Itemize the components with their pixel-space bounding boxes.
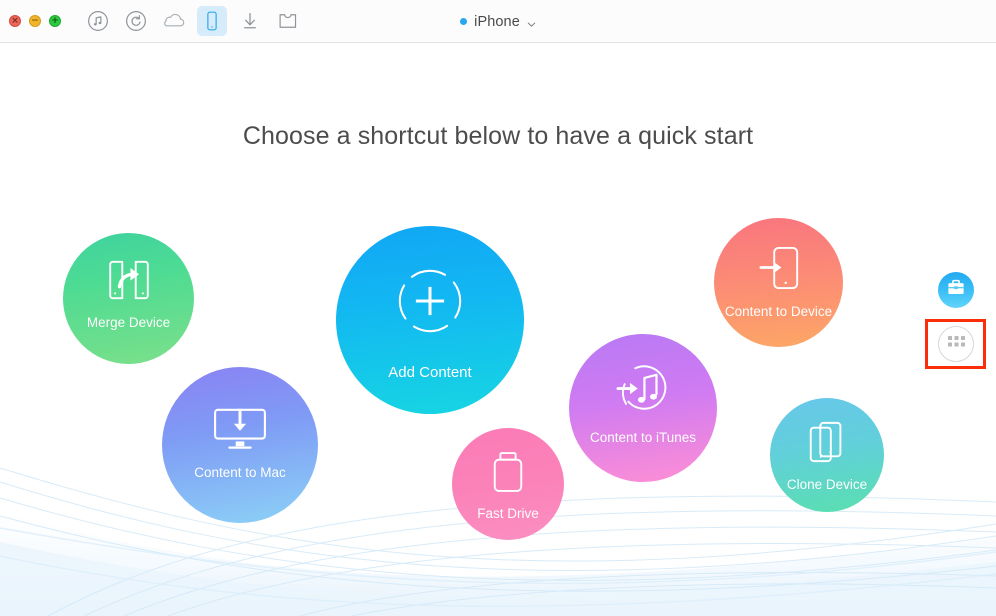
plus-in-dashed-circle-icon — [393, 264, 467, 338]
toolbar-item-downloader[interactable] — [235, 6, 265, 36]
zoom-window-button[interactable]: + — [49, 15, 61, 27]
toolbar-item-cloud[interactable] — [159, 6, 189, 36]
shortcut-label: Clone Device — [786, 477, 868, 492]
shortcut-content-to-mac[interactable]: Content to Mac — [162, 367, 318, 523]
music-note-circle-icon — [87, 10, 109, 32]
shortcut-label: Content to iTunes — [589, 430, 697, 445]
close-icon: × — [11, 15, 19, 26]
toolbar — [83, 6, 303, 36]
cloud-icon — [162, 10, 186, 32]
window-controls: × − + — [9, 15, 61, 27]
toolbar-item-toolkit[interactable] — [273, 6, 303, 36]
shortcut-content-to-itunes[interactable]: Content to iTunes — [569, 334, 717, 482]
minimize-icon: − — [31, 15, 39, 26]
phone-arrow-in-icon — [757, 244, 801, 292]
grid-dots-icon — [947, 335, 965, 353]
close-window-button[interactable]: × — [9, 15, 21, 27]
two-phones-stacked-icon — [805, 420, 849, 464]
chevron-down-icon — [527, 16, 536, 27]
toolbox-button[interactable] — [938, 272, 974, 308]
zoom-icon: + — [51, 15, 59, 26]
shortcut-add-content[interactable]: Add Content — [336, 226, 524, 414]
device-selector-button[interactable]: iPhone — [460, 14, 536, 30]
iphone-icon — [202, 10, 222, 32]
device-name: iPhone — [474, 13, 520, 30]
app-window: × − + iPhone Choose a shortcut below to … — [0, 0, 996, 616]
shortcut-clone-device[interactable]: Clone Device — [770, 398, 884, 512]
music-note-arrow-icon — [614, 362, 672, 416]
shortcut-label: Add Content — [388, 364, 472, 381]
shortcut-label: Content to Device — [724, 304, 833, 319]
toolbar-item-device[interactable] — [197, 6, 227, 36]
shortcut-label: Content to Mac — [194, 465, 286, 480]
shortcut-fast-drive[interactable]: Fast Drive — [452, 428, 564, 540]
usb-drive-icon — [490, 450, 526, 494]
toolbar-item-music[interactable] — [83, 6, 113, 36]
shortcut-label: Fast Drive — [477, 506, 539, 521]
monitor-download-icon — [212, 405, 268, 451]
toolkit-icon — [276, 10, 300, 32]
minimize-window-button[interactable]: − — [29, 15, 41, 27]
title-bar: × − + iPhone — [0, 0, 996, 43]
toolbox-icon — [946, 278, 966, 303]
two-phones-arrow-icon — [104, 257, 154, 303]
toolbar-item-restore[interactable] — [121, 6, 151, 36]
more-shortcuts-button[interactable] — [938, 326, 974, 362]
connection-status-dot — [460, 18, 468, 25]
page-title: Choose a shortcut below to have a quick … — [242, 122, 754, 150]
shortcut-content-to-device[interactable]: Content to Device — [714, 218, 843, 347]
shortcut-label: Merge Device — [86, 315, 171, 330]
download-arrow-icon — [239, 10, 261, 32]
restore-circle-icon — [125, 10, 147, 32]
shortcut-merge-device[interactable]: Merge Device — [63, 233, 194, 364]
